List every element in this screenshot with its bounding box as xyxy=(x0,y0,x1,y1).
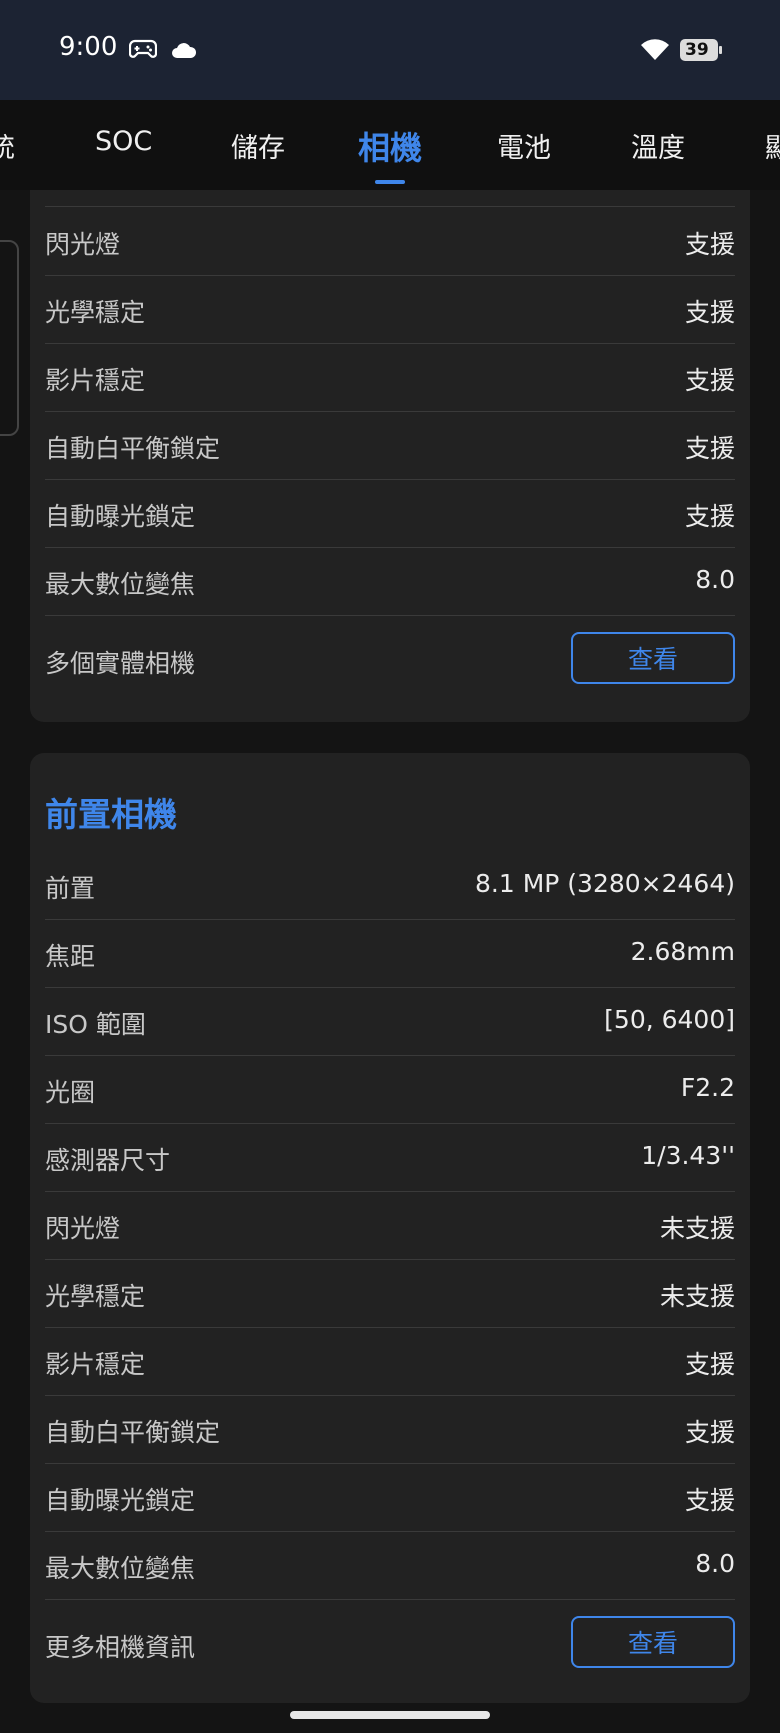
home-indicator[interactable] xyxy=(290,1711,490,1719)
spec-value: 未支援 xyxy=(659,1282,735,1311)
spec-value: [50, 6400] xyxy=(604,1005,735,1034)
spec-value: 支援 xyxy=(684,230,735,259)
spec-label: 閃光燈 xyxy=(45,1214,121,1243)
battery-cap xyxy=(719,46,722,54)
spec-row-focal-length: 焦距 2.68mm xyxy=(45,919,735,988)
spec-row-awb-lock: 自動白平衡鎖定 支援 xyxy=(45,1395,735,1464)
spec-label: 最大數位變焦 xyxy=(45,1554,196,1583)
tab-soc[interactable]: SOC xyxy=(95,126,152,157)
tab-display[interactable]: 顯 xyxy=(765,126,780,165)
spec-row-video-stabilization: 影片穩定 支援 xyxy=(45,1327,735,1396)
spec-label: 焦距 xyxy=(45,942,96,971)
spec-label: 更多相機資訊 xyxy=(45,1633,196,1662)
spec-label: 影片穩定 xyxy=(45,1350,146,1379)
spec-label: 自動白平衡鎖定 xyxy=(45,1418,221,1447)
spec-row-physical-cameras: 多個實體相機 查看 xyxy=(45,616,735,706)
spec-row-sensor-size: 感測器尺寸 1/3.43'' xyxy=(45,1123,735,1192)
spec-value: 支援 xyxy=(684,1418,735,1447)
spec-row-flash: 閃光燈 支援 xyxy=(45,207,735,276)
view-more-camera-info-button[interactable]: 查看 xyxy=(571,1616,735,1668)
spec-label: ISO 範圍 xyxy=(45,1010,146,1039)
active-tab-indicator xyxy=(375,180,405,184)
spec-label: 自動曝光鎖定 xyxy=(45,1486,196,1515)
spec-label: 光圈 xyxy=(45,1078,96,1107)
spec-row-max-digital-zoom: 最大數位變焦 8.0 xyxy=(45,1531,735,1600)
spec-label: 光學穩定 xyxy=(45,298,146,327)
wifi-icon xyxy=(641,39,669,60)
spec-value: F2.2 xyxy=(680,1073,735,1102)
status-time: 9:00 xyxy=(59,32,118,62)
tab-system[interactable]: 統 xyxy=(0,126,15,165)
spec-value: 支援 xyxy=(684,366,735,395)
spec-label: 前置 xyxy=(45,874,96,903)
spec-value: 支援 xyxy=(684,298,735,327)
spec-label: 自動曝光鎖定 xyxy=(45,502,196,531)
gamepad-icon xyxy=(129,39,157,58)
spec-row-ois: 光學穩定 支援 xyxy=(45,275,735,344)
spec-label: 光學穩定 xyxy=(45,1282,146,1311)
front-camera-card: 前置相機 前置 8.1 MP (3280×2464) 焦距 2.68mm ISO… xyxy=(30,753,750,1703)
spec-row-video-stabilization: 影片穩定 支援 xyxy=(45,343,735,412)
view-physical-cameras-button[interactable]: 查看 xyxy=(571,632,735,684)
spec-row-ae-lock: 自動曝光鎖定 支援 xyxy=(45,479,735,548)
cloud-icon xyxy=(172,43,197,58)
spec-label: 影片穩定 xyxy=(45,366,146,395)
spec-label: 自動白平衡鎖定 xyxy=(45,434,221,463)
adjacent-page-card-edge xyxy=(0,240,19,436)
spec-value: 8.0 xyxy=(695,1549,735,1578)
spec-value: 支援 xyxy=(684,434,735,463)
spec-label: 最大數位變焦 xyxy=(45,570,196,599)
tab-battery[interactable]: 電池 xyxy=(497,126,551,165)
battery-icon: 39 xyxy=(680,39,722,61)
tab-camera[interactable]: 相機 xyxy=(358,123,422,169)
spec-row-more-camera-info: 更多相機資訊 查看 xyxy=(45,1600,735,1690)
spec-value: 1/3.43'' xyxy=(641,1141,735,1170)
spec-value: 支援 xyxy=(684,1486,735,1515)
battery-level: 39 xyxy=(685,40,709,60)
spec-value: 支援 xyxy=(684,502,735,531)
tab-temperature[interactable]: 溫度 xyxy=(631,126,685,165)
spec-value: 2.68mm xyxy=(630,937,735,966)
spec-value: 未支援 xyxy=(659,1214,735,1243)
tab-storage[interactable]: 儲存 xyxy=(231,126,285,165)
spec-row-flash: 閃光燈 未支援 xyxy=(45,1191,735,1260)
spec-value: 支援 xyxy=(684,1350,735,1379)
card-title: 前置相機 xyxy=(45,795,177,834)
tab-bar: 統 SOC 儲存 相機 電池 溫度 顯 xyxy=(0,100,780,190)
spec-row-iso-range: ISO 範圍 [50, 6400] xyxy=(45,987,735,1056)
spec-value: 8.0 xyxy=(695,565,735,594)
rear-camera-card: 閃光燈 支援 光學穩定 支援 影片穩定 支援 自動白平衡鎖定 支援 自動曝光鎖定… xyxy=(30,190,750,722)
status-bar: 9:00 39 xyxy=(0,0,780,100)
spec-row-ae-lock: 自動曝光鎖定 支援 xyxy=(45,1463,735,1532)
spec-row-awb-lock: 自動白平衡鎖定 支援 xyxy=(45,411,735,480)
spec-row-max-digital-zoom: 最大數位變焦 8.0 xyxy=(45,547,735,616)
spec-label: 感測器尺寸 xyxy=(45,1146,171,1175)
spec-value: 8.1 MP (3280×2464) xyxy=(475,869,735,898)
spec-row-aperture: 光圈 F2.2 xyxy=(45,1055,735,1124)
spec-label: 閃光燈 xyxy=(45,230,121,259)
spec-row-ois: 光學穩定 未支援 xyxy=(45,1259,735,1328)
spec-row-resolution: 前置 8.1 MP (3280×2464) xyxy=(45,851,735,920)
spec-label: 多個實體相機 xyxy=(45,649,196,678)
